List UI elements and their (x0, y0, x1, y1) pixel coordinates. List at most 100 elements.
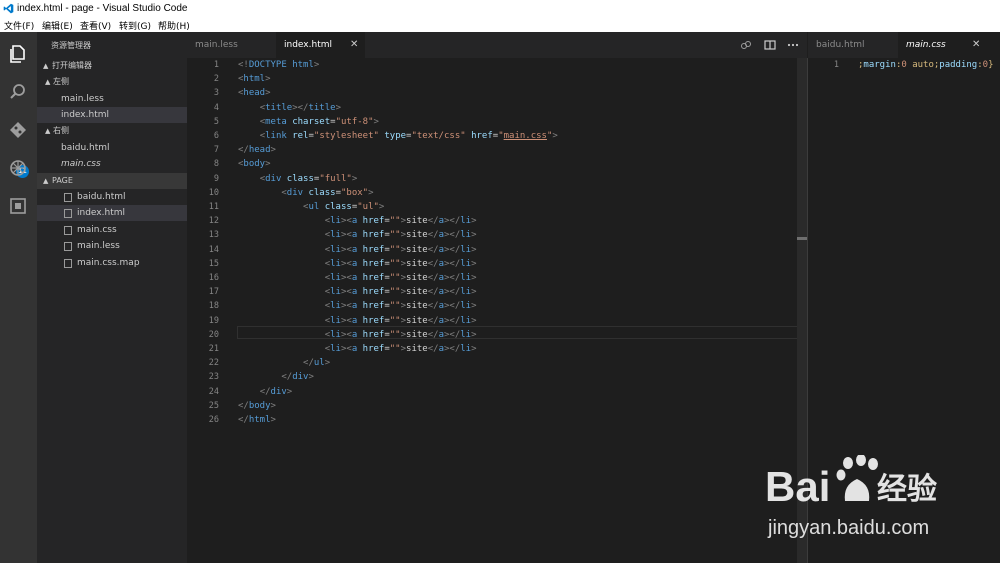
code-line[interactable]: <link rel="stylesheet" type="text/css" h… (238, 131, 558, 141)
code-line[interactable]: </div> (238, 372, 314, 382)
scrollbar-thumb[interactable] (797, 237, 807, 240)
code-line[interactable]: </head> (238, 145, 276, 155)
watermark-url: jingyan.baidu.com (768, 517, 930, 539)
file-icon (64, 193, 72, 202)
code-line[interactable]: <div class="full"> (238, 174, 358, 184)
explorer-icon[interactable] (8, 44, 28, 64)
explorer-header: 资源管理器 (51, 41, 91, 50)
group-right-label: 右侧 (53, 126, 69, 135)
code-line[interactable]: <li><a href="">site</a></li> (238, 287, 477, 297)
code-line[interactable]: <li><a href="">site</a></li> (238, 301, 477, 311)
code-line[interactable]: </div> (238, 387, 293, 397)
open-editor-item[interactable]: index.html (37, 107, 187, 123)
extensions-icon[interactable] (8, 196, 28, 216)
tab-label: baidu.html (816, 40, 865, 50)
menu-help[interactable]: 帮助(H) (158, 19, 190, 32)
menu-edit[interactable]: 编辑(E) (42, 19, 73, 32)
close-icon[interactable]: ✕ (972, 32, 980, 58)
line-number: 25 (208, 400, 219, 411)
code-line[interactable]: <head> (238, 88, 271, 98)
menu-file[interactable]: 文件(F) (4, 19, 34, 32)
activity-bar: 11 (0, 32, 37, 563)
code-line[interactable]: </html> (238, 415, 276, 425)
line-number: 8 (213, 159, 219, 170)
open-editor-label: index.html (61, 110, 109, 120)
code-line[interactable]: <li><a href="">site</a></li> (238, 330, 477, 340)
open-editor-item[interactable]: main.less (37, 91, 187, 107)
tab-main-less[interactable]: main.less (187, 32, 275, 58)
line-number: 26 (208, 415, 219, 425)
open-editor-label: baidu.html (61, 143, 110, 153)
folder-label: PAGE (52, 176, 73, 185)
file-item[interactable]: main.css.map (37, 255, 187, 271)
open-editor-item[interactable]: baidu.html (37, 140, 187, 156)
window-title: index.html - page - Visual Studio Code (17, 3, 188, 14)
tab-baidu-html[interactable]: baidu.html (808, 32, 897, 58)
code-line[interactable]: <title></title> (238, 103, 341, 113)
code-line[interactable]: <body> (238, 159, 271, 169)
file-item[interactable]: main.less (37, 238, 187, 254)
line-number: 22 (208, 358, 219, 369)
open-editors-label: 打开编辑器 (52, 61, 92, 70)
file-item[interactable]: main.css (37, 222, 187, 238)
line-number: 15 (208, 258, 219, 269)
line-number: 19 (208, 315, 219, 326)
code-line[interactable]: <!DOCTYPE html> (238, 60, 319, 70)
tab-main-css[interactable]: main.css ✕ (898, 32, 1000, 58)
caret-down-icon: ▲ (43, 62, 49, 70)
line-number: 2 (213, 74, 219, 85)
line-number: 3 (213, 88, 219, 99)
code-line[interactable]: <li><a href="">site</a></li> (238, 344, 477, 354)
open-editor-item[interactable]: main.css (37, 156, 187, 172)
code-line[interactable]: <li><a href="">site</a></li> (238, 273, 477, 283)
menu-view[interactable]: 查看(V) (80, 19, 111, 32)
file-label: main.css (77, 225, 117, 235)
code-line[interactable]: <li><a href="">site</a></li> (238, 245, 477, 255)
line-number: 14 (208, 244, 219, 255)
code-line[interactable]: <li><a href="">site</a></li> (238, 230, 477, 240)
line-number: 4 (213, 102, 219, 113)
code-line[interactable]: <div class="box"> (238, 188, 373, 198)
source-control-icon[interactable] (8, 120, 28, 140)
code-line[interactable]: </ul> (238, 358, 330, 368)
file-icon (64, 226, 72, 235)
line-number: 5 (213, 116, 219, 127)
line-number: 18 (208, 301, 219, 312)
group-right[interactable]: ▲ 右侧 (37, 123, 187, 139)
folder-section[interactable]: ▲ PAGE (37, 173, 187, 189)
caret-down-icon: ▲ (45, 78, 51, 86)
code-line[interactable]: <li><a href="">site</a></li> (238, 216, 477, 226)
split-editor-icon[interactable] (764, 39, 776, 51)
svg-text:Bai: Bai (765, 463, 830, 510)
code-line[interactable]: <html> (238, 74, 271, 84)
code-line[interactable]: <li><a href="">site</a></li> (238, 316, 477, 326)
line-number: 23 (208, 372, 219, 383)
code-line[interactable]: <li><a href="">site</a></li> (238, 259, 477, 269)
file-item[interactable]: index.html (37, 205, 187, 221)
code-line[interactable]: <ul class="ul"> (238, 202, 384, 212)
group-left-label: 左侧 (53, 77, 69, 86)
line-number: 21 (208, 344, 219, 354)
group-left[interactable]: ▲ 左侧 (37, 74, 187, 90)
code-line[interactable]: </body> (238, 401, 276, 411)
more-actions-icon[interactable] (787, 39, 799, 51)
close-icon[interactable]: ✕ (350, 32, 358, 58)
code-line[interactable]: <meta charset="utf-8"> (238, 117, 379, 127)
caret-down-icon: ▲ (43, 177, 49, 185)
svg-text:经验: 经验 (877, 472, 937, 507)
line-number: 1 (833, 60, 839, 70)
line-number: 10 (208, 187, 219, 198)
open-editors-section[interactable]: ▲ 打开编辑器 (37, 58, 187, 74)
line-number: 7 (213, 145, 219, 156)
file-item[interactable]: baidu.html (37, 189, 187, 205)
open-changes-icon[interactable] (740, 39, 752, 51)
open-editor-label: main.less (61, 94, 104, 104)
tab-label: index.html (284, 40, 332, 50)
right-tab-bar: baidu.html main.css ✕ (808, 32, 1000, 58)
debug-icon[interactable] (8, 158, 28, 178)
code-line[interactable]: ;margin:0 auto;padding:0} (858, 60, 994, 70)
menu-goto[interactable]: 转到(G) (119, 19, 151, 32)
line-number: 24 (208, 386, 219, 397)
search-icon[interactable] (8, 82, 28, 102)
tab-index-html[interactable]: index.html ✕ (276, 32, 365, 58)
